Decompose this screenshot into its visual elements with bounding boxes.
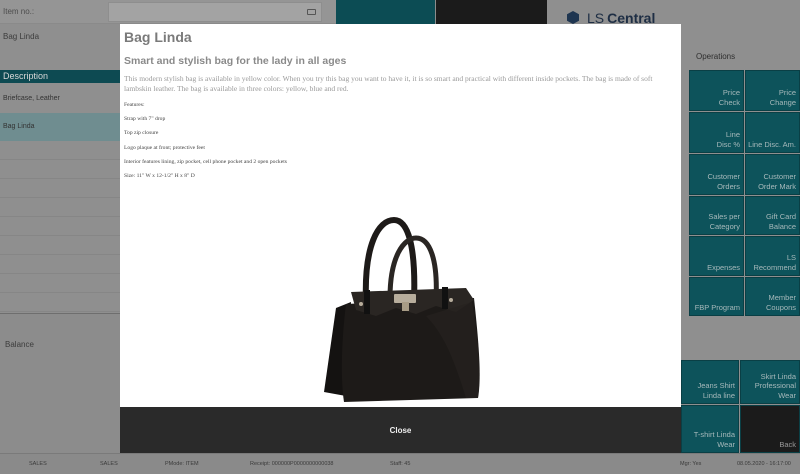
item-name: Bag Linda bbox=[3, 32, 40, 41]
customer-order-mark-button[interactable]: Customer Order Mark bbox=[745, 154, 800, 195]
keyboard-icon[interactable] bbox=[307, 9, 316, 15]
price-change-button[interactable]: Price Change bbox=[745, 70, 800, 111]
feature-line: Top zip closure bbox=[124, 130, 159, 137]
item-no-label: Item no.: bbox=[3, 7, 35, 16]
status-pmode: PMode: ITEM bbox=[165, 461, 199, 467]
customer-orders-button[interactable]: Customer Orders bbox=[689, 154, 744, 195]
sales-per-category-button[interactable]: Sales per Category bbox=[689, 196, 744, 235]
feature-line: Interior features lining, zip pocket, ce… bbox=[124, 158, 287, 165]
top-teal-button[interactable] bbox=[336, 0, 435, 24]
status-manager: Mgr: Yes bbox=[680, 461, 702, 467]
product-description: This modern stylish bag is available in … bbox=[124, 74, 676, 187]
ls-recommend-button[interactable]: LS Recommend bbox=[745, 236, 800, 276]
top-black-button[interactable] bbox=[436, 0, 547, 24]
product-image bbox=[306, 216, 496, 404]
feature-line: Size: 11" W x 12-1/2" H x 8" D bbox=[124, 173, 195, 180]
status-sales-1: SALES bbox=[29, 461, 47, 467]
item-no-row: Item no.: bbox=[0, 0, 336, 24]
list-item[interactable]: Briefcase, Leather bbox=[0, 83, 120, 113]
list-item-selected[interactable]: Bag Linda bbox=[0, 113, 120, 141]
close-button[interactable]: Close bbox=[120, 407, 681, 453]
status-receipt: Receipt: 000000P0000000000038 bbox=[250, 461, 334, 467]
jeans-shirt-linda-button[interactable]: Jeans Shirt Linda line bbox=[681, 360, 739, 404]
close-button-label: Close bbox=[389, 425, 412, 435]
price-check-button[interactable]: Price Check bbox=[689, 70, 744, 111]
status-datetime: 08.05.2020 - 16:17:00 bbox=[737, 461, 791, 467]
tshirt-linda-button[interactable]: T-shirt Linda Wear bbox=[681, 405, 739, 453]
dialog-title: Bag Linda bbox=[124, 29, 192, 45]
feature-line: Strap with 7" drop bbox=[124, 115, 166, 122]
lines-empty-area bbox=[0, 141, 120, 314]
back-button[interactable]: Back bbox=[740, 405, 800, 453]
gift-card-balance-button[interactable]: Gift Card Balance bbox=[745, 196, 800, 235]
features-heading: Features: bbox=[124, 101, 145, 108]
description-column-header: Description bbox=[0, 70, 120, 83]
line-disc-percent-button[interactable]: Line Disc % bbox=[689, 112, 744, 153]
skirt-linda-button[interactable]: Skirt Linda Professional Wear bbox=[740, 360, 800, 404]
dialog-subtitle: Smart and stylish bag for the lady in al… bbox=[124, 55, 347, 67]
status-sales-2: SALES bbox=[100, 461, 118, 467]
expenses-button[interactable]: Expenses bbox=[689, 236, 744, 276]
product-info-dialog: Bag Linda Smart and stylish bag for the … bbox=[120, 24, 681, 453]
product-intro-text: This modern stylish bag is available in … bbox=[124, 74, 653, 94]
operations-title: Operations bbox=[696, 52, 736, 61]
handbag-image bbox=[324, 216, 480, 402]
line-disc-amount-button[interactable]: Line Disc. Am. bbox=[745, 112, 800, 153]
item-no-input[interactable] bbox=[108, 2, 322, 22]
ls-central-logo-icon bbox=[567, 11, 579, 24]
feature-line: Logo plaque at front; protective feet bbox=[124, 144, 205, 151]
member-coupons-button[interactable]: Member Coupons bbox=[745, 277, 800, 316]
status-staff: Staff: 45 bbox=[390, 461, 411, 467]
fbp-program-button[interactable]: FBP Program bbox=[689, 277, 744, 316]
balance-label: Balance bbox=[5, 340, 34, 349]
status-bar: SALES SALES PMode: ITEM Receipt: 000000P… bbox=[0, 453, 800, 474]
